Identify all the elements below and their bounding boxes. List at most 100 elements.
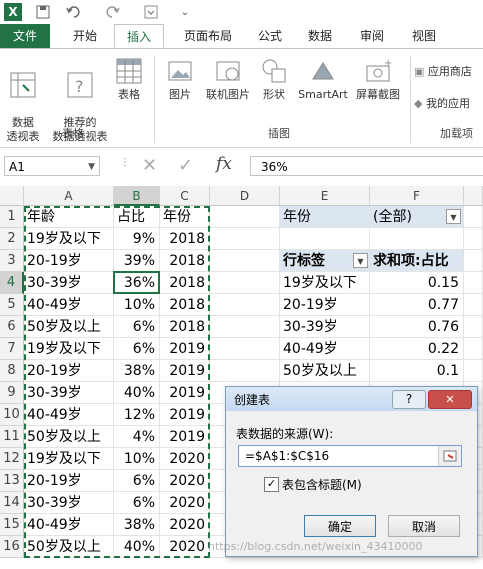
cell[interactable] bbox=[210, 316, 280, 338]
row-header[interactable]: 11 bbox=[0, 426, 24, 448]
column-header-g[interactable] bbox=[464, 186, 483, 206]
close-button[interactable]: ✕ bbox=[428, 390, 472, 409]
tab-file[interactable]: 文件 bbox=[0, 24, 50, 48]
cancel-button[interactable]: 取消 bbox=[388, 515, 460, 537]
row-header[interactable]: 1 bbox=[0, 206, 24, 228]
row-header[interactable]: 5 bbox=[0, 294, 24, 316]
row-header[interactable]: 12 bbox=[0, 448, 24, 470]
group-addins-label: 加载项 bbox=[440, 127, 473, 140]
row-header[interactable]: 16 bbox=[0, 536, 24, 558]
undo-icon[interactable] bbox=[62, 3, 86, 21]
insert-function-icon[interactable]: fx bbox=[216, 154, 232, 174]
row-header[interactable]: 13 bbox=[0, 470, 24, 492]
cell[interactable] bbox=[210, 360, 280, 382]
column-header-b[interactable]: B bbox=[114, 186, 160, 206]
tab-home[interactable]: 开始 bbox=[60, 24, 110, 48]
app-store-button[interactable]: ▣ 应用商店 bbox=[414, 65, 483, 79]
cell[interactable] bbox=[210, 206, 280, 228]
pivot-table-label: 数据 透视表 bbox=[6, 116, 40, 143]
cell[interactable]: 20-19岁 bbox=[280, 294, 370, 316]
formula-input[interactable]: 36% bbox=[250, 156, 483, 176]
dialog-titlebar[interactable]: 创建表 ? ✕ bbox=[226, 387, 477, 411]
help-button[interactable]: ? bbox=[392, 390, 426, 409]
svg-text:?: ? bbox=[75, 77, 84, 96]
chevron-down-icon[interactable]: ▼ bbox=[88, 157, 95, 177]
cell[interactable]: 0.76 bbox=[370, 316, 464, 338]
table-button[interactable]: 表格 bbox=[112, 57, 146, 102]
cell[interactable]: 年份 bbox=[280, 206, 370, 228]
cell[interactable]: 0.15 bbox=[370, 272, 464, 294]
column-header-c[interactable]: C bbox=[160, 186, 210, 206]
row-header[interactable]: 3 bbox=[0, 250, 24, 272]
cell[interactable] bbox=[210, 228, 280, 250]
row-header[interactable]: 14 bbox=[0, 492, 24, 514]
shapes-icon bbox=[260, 57, 288, 85]
row-header[interactable]: 7 bbox=[0, 338, 24, 360]
row-header[interactable]: 9 bbox=[0, 382, 24, 404]
cell[interactable] bbox=[464, 250, 483, 272]
row-header[interactable]: 15 bbox=[0, 514, 24, 536]
cell[interactable]: 40-49岁 bbox=[280, 338, 370, 360]
cell[interactable] bbox=[210, 272, 280, 294]
cell[interactable]: 0.22 bbox=[370, 338, 464, 360]
tab-insert[interactable]: 插入 bbox=[114, 24, 164, 48]
resize-dots-icon[interactable]: ⋮ bbox=[120, 157, 130, 168]
collapse-range-icon[interactable] bbox=[438, 446, 461, 466]
cancel-icon[interactable]: ✕ bbox=[142, 155, 157, 176]
row-header[interactable]: 2 bbox=[0, 228, 24, 250]
redo-icon[interactable] bbox=[100, 3, 124, 21]
cell[interactable]: 30-39岁 bbox=[280, 316, 370, 338]
tab-data[interactable]: 数据 bbox=[300, 24, 340, 48]
column-header-d[interactable]: D bbox=[210, 186, 280, 206]
cell[interactable] bbox=[464, 294, 483, 316]
cell[interactable] bbox=[464, 338, 483, 360]
qat-more-icon[interactable]: ⌄ bbox=[178, 3, 192, 21]
tab-page-layout[interactable]: 页面布局 bbox=[170, 24, 246, 48]
cell[interactable]: 0.77 bbox=[370, 294, 464, 316]
cell[interactable] bbox=[210, 250, 280, 272]
screenshot-button[interactable]: + 屏幕截图 bbox=[352, 57, 404, 102]
column-header-e[interactable]: E bbox=[280, 186, 370, 206]
tab-view[interactable]: 视图 bbox=[404, 24, 444, 48]
cell[interactable]: 求和项:占比 bbox=[370, 250, 464, 272]
pivot-table-button[interactable]: 数据 透视表 bbox=[2, 57, 44, 144]
cell[interactable]: 50岁及以上 bbox=[280, 360, 370, 382]
online-picture-button[interactable]: 联机图片 bbox=[202, 57, 254, 102]
tab-review[interactable]: 审阅 bbox=[352, 24, 392, 48]
cell[interactable] bbox=[464, 228, 483, 250]
row-header[interactable]: 10 bbox=[0, 404, 24, 426]
shapes-button[interactable]: 形状 bbox=[256, 57, 292, 102]
select-all-corner[interactable] bbox=[0, 186, 24, 206]
enter-icon[interactable]: ✓ bbox=[178, 155, 193, 176]
row-header[interactable]: 4 bbox=[0, 272, 24, 294]
save-icon[interactable] bbox=[34, 3, 52, 21]
customize-icon[interactable] bbox=[142, 3, 160, 21]
my-apps-label: 我的应用 bbox=[425, 97, 470, 110]
filter-dropdown-icon[interactable]: ▼ bbox=[446, 209, 461, 224]
cell[interactable] bbox=[280, 228, 370, 250]
header-checkbox[interactable]: ✓ bbox=[264, 477, 279, 492]
ok-button[interactable]: 确定 bbox=[304, 515, 376, 537]
picture-button[interactable]: 图片 bbox=[160, 57, 200, 102]
cell[interactable]: 0.1 bbox=[370, 360, 464, 382]
cell[interactable] bbox=[210, 338, 280, 360]
cell[interactable] bbox=[464, 360, 483, 382]
cell[interactable]: 19岁及以下 bbox=[280, 272, 370, 294]
cell[interactable] bbox=[210, 294, 280, 316]
row-header[interactable]: 8 bbox=[0, 360, 24, 382]
smartart-button[interactable]: SmartArt bbox=[296, 57, 350, 102]
cell[interactable] bbox=[464, 316, 483, 338]
row-header[interactable]: 6 bbox=[0, 316, 24, 338]
tab-formulas[interactable]: 公式 bbox=[252, 24, 288, 48]
name-box[interactable]: A1 ▼ bbox=[4, 156, 100, 176]
column-header-f[interactable]: F bbox=[370, 186, 464, 206]
cell[interactable] bbox=[464, 272, 483, 294]
apps-icon: ◆ bbox=[414, 97, 426, 110]
cell[interactable] bbox=[464, 206, 483, 228]
range-input[interactable]: =$A$1:$C$16 bbox=[238, 445, 462, 467]
row-label-dropdown-icon[interactable]: ▼ bbox=[353, 253, 368, 268]
my-apps-button[interactable]: ◆ 我的应用 bbox=[414, 97, 483, 111]
column-header-a[interactable]: A bbox=[24, 186, 114, 206]
cell[interactable] bbox=[370, 228, 464, 250]
quick-access-toolbar: X ⌄ bbox=[0, 0, 483, 24]
